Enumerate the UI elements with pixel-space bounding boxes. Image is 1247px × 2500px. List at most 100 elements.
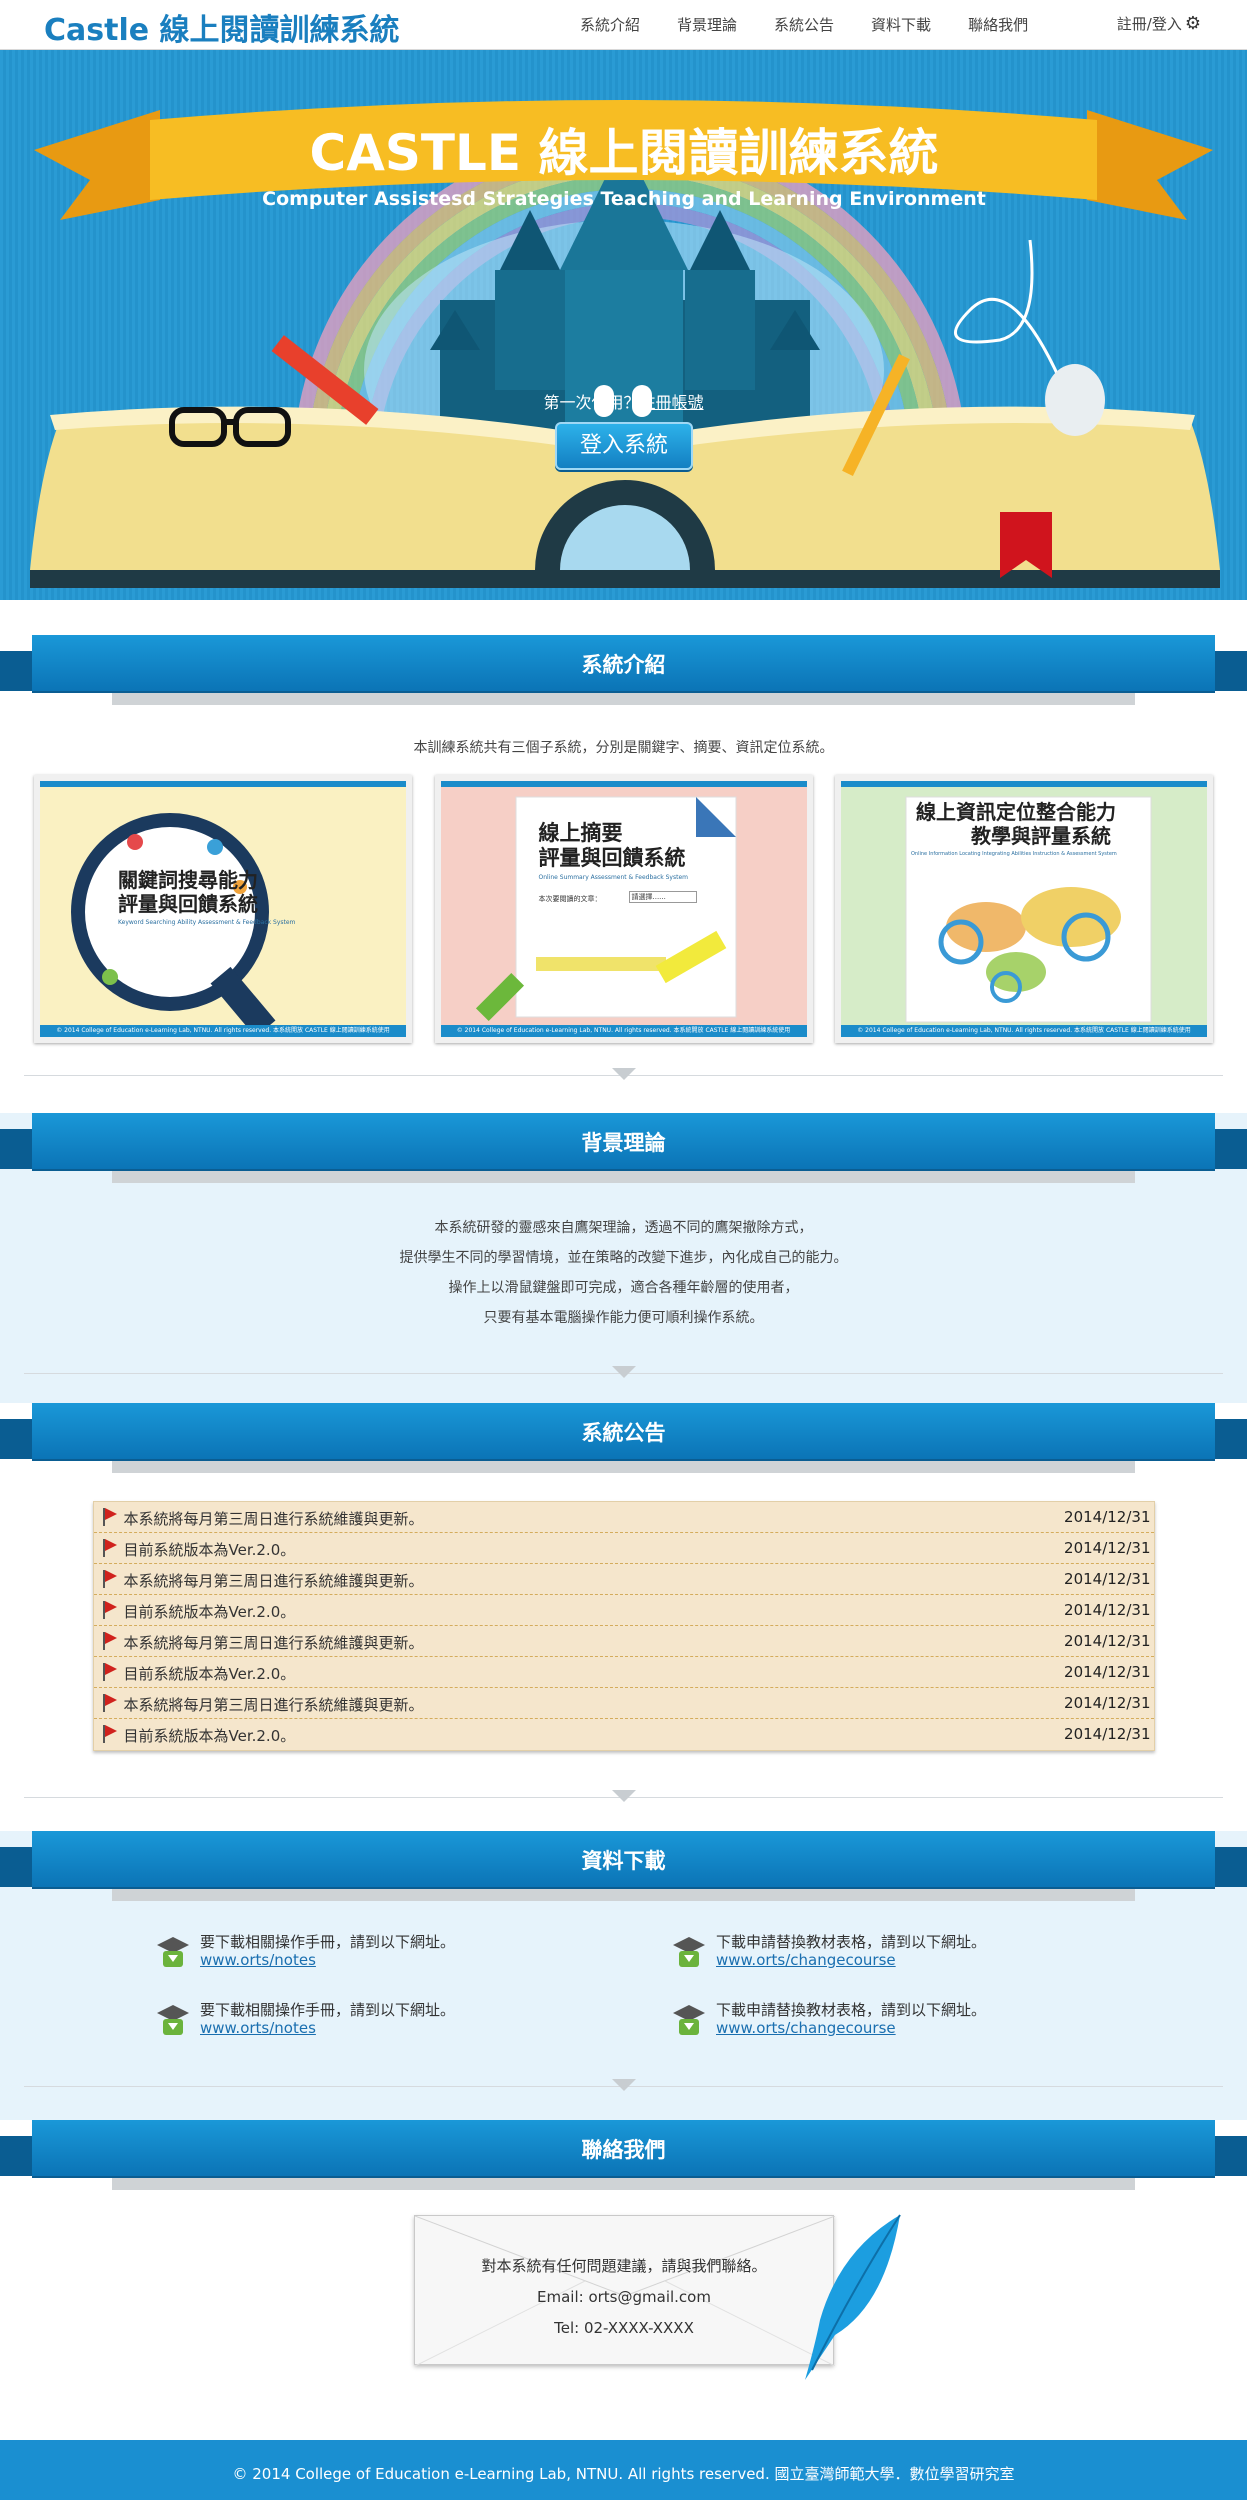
card-title-line1: 關鍵詞搜尋能力: [118, 868, 258, 892]
ribbon-background: 背景理論: [0, 1113, 1247, 1193]
download-item: 下載申請替換教材表格，請到以下網址。 www.orts/changecourse: [671, 1999, 1187, 2041]
download-link[interactable]: www.orts/notes: [200, 2019, 316, 2037]
card-locating-system[interactable]: 線上資訊定位整合能力 教學與評量系統 Online Information Lo…: [835, 775, 1213, 1043]
ribbon-intro: 系統介紹: [0, 635, 1247, 715]
section-heading: 系統介紹: [581, 653, 666, 677]
news-date: 2014/12/31: [1064, 1725, 1151, 1743]
contact-tel: Tel: 02-XXXX-XXXX: [554, 2319, 694, 2337]
title-banner: CASTLE 線上閱讀訓練系統 Computer Assistesd Strat…: [34, 100, 1213, 220]
card-summary-system[interactable]: 線上摘要 評量與回饋系統 Online Summary Assessment &…: [434, 775, 813, 1043]
section-contact: 對本系統有任何問題建議，請與我們聯絡。 Email: orts@gmail.co…: [0, 2200, 1247, 2430]
hero-title: CASTLE 線上閱讀訓練系統: [310, 124, 939, 182]
download-text: 要下載相關操作手冊，請到以下網址。: [200, 2001, 456, 2019]
top-navbar: Castle 線上閱讀訓練系統 系統介紹 背景理論 系統公告 資料下載 聯絡我們…: [0, 0, 1247, 50]
news-date: 2014/12/31: [1064, 1508, 1151, 1526]
news-text: 目前系統版本為Ver.2.0。: [123, 1603, 296, 1621]
news-text: 本系統將每月第三周日進行系統維護與更新。: [123, 1510, 424, 1528]
flag-icon: [102, 1663, 117, 1681]
hero-illustration: CASTLE 線上閱讀訓練系統 Computer Assistesd Strat…: [30, 100, 1220, 588]
card-title-line1: 線上摘要: [538, 821, 623, 845]
first-use-label: 第一次使用？: [543, 393, 640, 412]
login-button[interactable]: 登入系統: [555, 422, 693, 470]
hero-subtitle: Computer Assistesd Strategies Teaching a…: [262, 188, 986, 210]
download-graduation-icon: [157, 1937, 189, 1967]
card-keyword-system[interactable]: 關鍵詞搜尋能力 評量與回饋系統 Keyword Searching Abilit…: [34, 775, 412, 1043]
download-text: 要下載相關操作手冊，請到以下網址。: [200, 1933, 456, 1951]
download-link[interactable]: www.orts/notes: [200, 1951, 316, 1969]
flag-icon: [102, 1694, 117, 1712]
section-divider: [0, 1787, 1247, 1817]
flag-icon: [102, 1632, 117, 1650]
register-link[interactable]: 註冊帳號: [640, 393, 704, 412]
nav-link-download[interactable]: 資料下載: [871, 14, 931, 35]
subsystem-cards: 關鍵詞搜尋能力 評量與回饋系統 Keyword Searching Abilit…: [0, 775, 1247, 1043]
background-line: 操作上以滑鼠鍵盤即可完成，適合各種年齡層的使用者，: [448, 1280, 799, 1296]
news-item[interactable]: 目前系統版本為Ver.2.0。 2014/12/31: [93, 1533, 1154, 1564]
download-link[interactable]: www.orts/changecourse: [716, 2019, 896, 2037]
contact-email: Email: orts@gmail.com: [537, 2288, 711, 2306]
card-footer: © 2014 College of Education e-Learning L…: [841, 1025, 1207, 1037]
news-date: 2014/12/31: [1064, 1663, 1151, 1681]
card-title-line2: 評量與回饋系統: [538, 846, 686, 870]
flag-icon: [102, 1601, 117, 1619]
news-text: 目前系統版本為Ver.2.0。: [123, 1727, 296, 1745]
card-select[interactable]: 請選擇......: [628, 891, 697, 903]
news-text: 本系統將每月第三周日進行系統維護與更新。: [123, 1572, 424, 1590]
download-graduation-icon: [157, 2005, 189, 2035]
news-item[interactable]: 本系統將每月第三周日進行系統維護與更新。 2014/12/31: [93, 1626, 1154, 1657]
news-item[interactable]: 本系統將每月第三周日進行系統維護與更新。 2014/12/31: [93, 1502, 1154, 1533]
card-subtitle: Keyword Searching Ability Assessment & F…: [118, 919, 296, 926]
download-link[interactable]: www.orts/changecourse: [716, 1951, 896, 1969]
news-item[interactable]: 本系統將每月第三周日進行系統維護與更新。 2014/12/31: [93, 1564, 1154, 1595]
news-date: 2014/12/31: [1064, 1539, 1151, 1557]
document-icon: [475, 796, 736, 1022]
news-text: 目前系統版本為Ver.2.0。: [123, 1541, 296, 1559]
card-title-line2: 教學與評量系統: [971, 824, 1111, 848]
brand-logo[interactable]: Castle 線上閱讀訓練系統: [44, 5, 400, 49]
flag-icon: [102, 1570, 117, 1588]
section-divider: [0, 1065, 1247, 1095]
card-subtitle: Online Information Locating Integrating …: [911, 851, 1117, 857]
nav-link-contact[interactable]: 聯絡我們: [968, 14, 1028, 35]
section-divider: [0, 1363, 1247, 1393]
nav-links: 系統介紹 背景理論 系統公告 資料下載 聯絡我們: [580, 14, 1065, 35]
download-item: 下載申請替換教材表格，請到以下網址。 www.orts/changecourse: [671, 1931, 1187, 1973]
ribbon-download: 資料下載: [0, 1831, 1247, 1911]
footer-text: © 2014 College of Education e-Learning L…: [232, 2465, 1015, 2483]
section-download: 資料下載 要下載相關操作手冊，請到以下網址。 www.orts/notes 下載…: [0, 1817, 1247, 2106]
section-background: 背景理論 本系統研發的靈感來自鷹架理論，透過不同的鷹架撤除方式， 提供學生不同的…: [0, 1095, 1247, 1393]
news-date: 2014/12/31: [1064, 1632, 1151, 1650]
card-title-line2: 評量與回饋系統: [118, 892, 258, 916]
news-text: 本系統將每月第三周日進行系統維護與更新。: [123, 1696, 424, 1714]
section-divider: [0, 2076, 1247, 2106]
news-item[interactable]: 本系統將每月第三周日進行系統維護與更新。 2014/12/31: [93, 1688, 1154, 1719]
download-item: 要下載相關操作手冊，請到以下網址。 www.orts/notes: [155, 1931, 671, 1973]
news-list: 本系統將每月第三周日進行系統維護與更新。 2014/12/31 目前系統版本為Ve…: [92, 1501, 1155, 1751]
first-use-text: 第一次使用？註冊帳號: [0, 389, 1247, 413]
section-heading: 系統公告: [581, 1421, 666, 1445]
download-text: 下載申請替換教材表格，請到以下網址。: [716, 2001, 987, 2019]
news-item[interactable]: 目前系統版本為Ver.2.0。 2014/12/31: [94, 1719, 1154, 1750]
news-date: 2014/12/31: [1064, 1570, 1151, 1588]
news-text: 本系統將每月第三周日進行系統維護與更新。: [123, 1634, 424, 1652]
nav-link-theory[interactable]: 背景理論: [677, 14, 737, 35]
contact-letter: 對本系統有任何問題建議，請與我們聯絡。 Email: orts@gmail.co…: [414, 2215, 835, 2366]
section-intro: 系統介紹 本訓練系統共有三個子系統，分別是關鍵字、摘要、資訊定位系統。 關鍵詞搜…: [0, 600, 1247, 1095]
nav-link-news[interactable]: 系統公告: [774, 14, 834, 35]
section-heading: 資料下載: [581, 1849, 666, 1873]
background-line: 提供學生不同的學習情境，並在策略的改變下進步，內化成自己的能力。: [399, 1250, 848, 1266]
flag-icon: [102, 1508, 117, 1526]
download-graduation-icon: [673, 1937, 705, 1967]
intro-text: 本訓練系統共有三個子系統，分別是關鍵字、摘要、資訊定位系統。: [413, 740, 834, 756]
nav-login[interactable]: 註冊/登入 ⚙: [1117, 13, 1201, 34]
news-date: 2014/12/31: [1064, 1601, 1151, 1619]
news-item[interactable]: 目前系統版本為Ver.2.0。 2014/12/31: [93, 1657, 1154, 1688]
nav-login-label[interactable]: 註冊/登入: [1117, 15, 1182, 33]
news-text: 目前系統版本為Ver.2.0。: [123, 1665, 296, 1683]
section-heading: 背景理論: [581, 1131, 666, 1155]
hero-banner: CASTLE 線上閱讀訓練系統 Computer Assistesd Strat…: [0, 50, 1247, 600]
card-select-label: 本次要閱讀的文章：: [538, 895, 602, 903]
news-item[interactable]: 目前系統版本為Ver.2.0。 2014/12/31: [93, 1595, 1154, 1626]
gear-icon[interactable]: ⚙: [1185, 13, 1201, 34]
nav-link-intro[interactable]: 系統介紹: [580, 14, 640, 35]
